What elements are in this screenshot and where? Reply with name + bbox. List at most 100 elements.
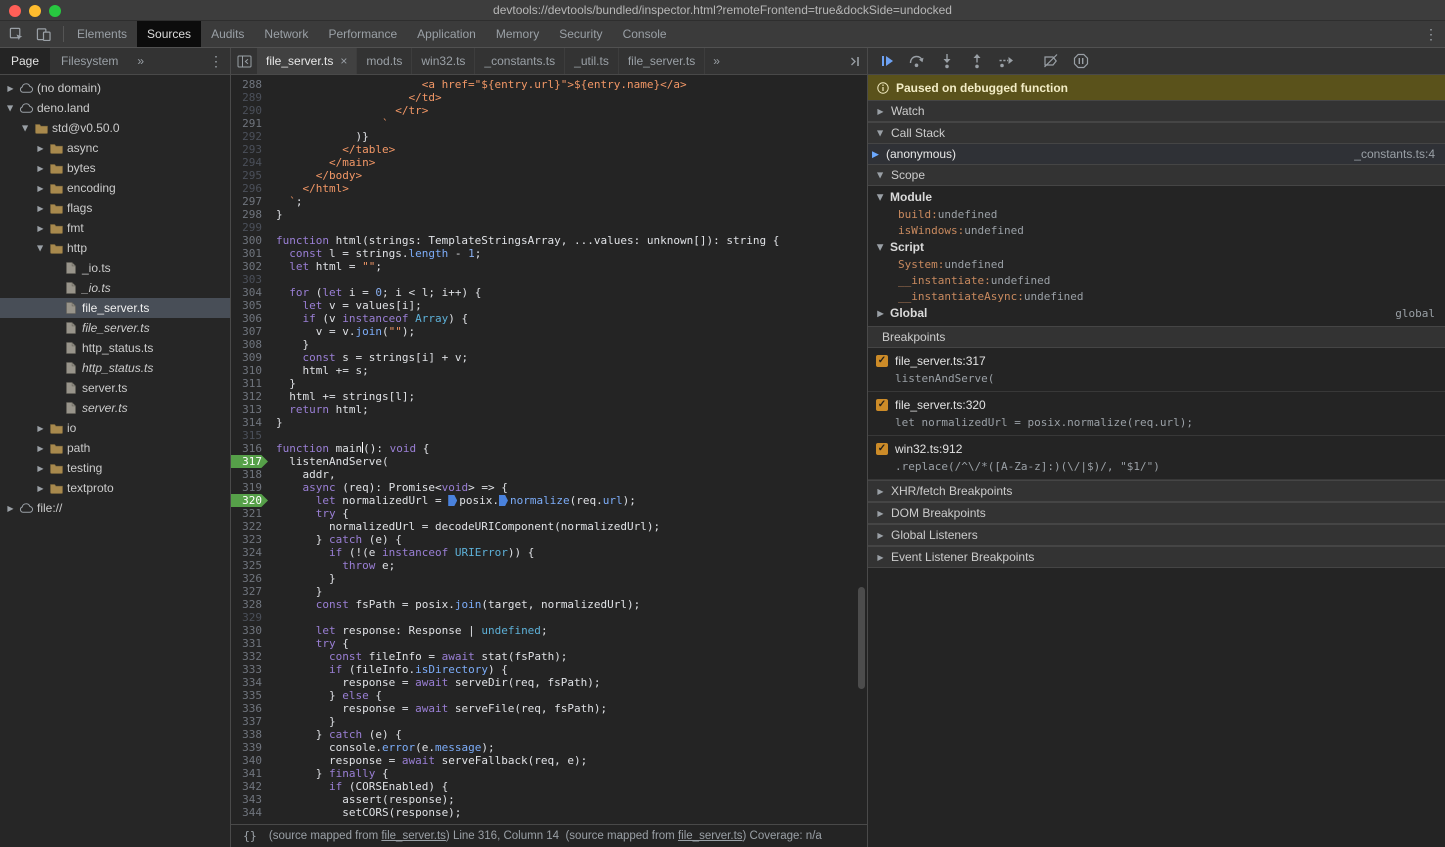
editor-tab-win32-ts-2[interactable]: win32.ts (412, 48, 475, 74)
line-number[interactable]: 296 (231, 182, 268, 195)
panel-tab-performance[interactable]: Performance (318, 21, 407, 47)
step-into-button[interactable] (933, 49, 960, 73)
navigator-tab-page[interactable]: Page (0, 48, 50, 74)
line-number[interactable]: 304 (231, 286, 268, 299)
editor-vertical-scrollbar[interactable] (858, 587, 865, 689)
line-number[interactable]: 305 (231, 299, 268, 312)
chevron-right-icon[interactable]: ▶ (34, 484, 47, 493)
line-number[interactable]: 311 (231, 377, 268, 390)
line-number[interactable]: 289 (231, 91, 268, 104)
panel-tab-console[interactable]: Console (613, 21, 677, 47)
navigator-menu-kebab-icon[interactable]: ⋮ (202, 48, 230, 74)
breakpoint-entry-file-server-ts-320[interactable]: ✓file_server.ts:320let normalizedUrl = p… (868, 392, 1445, 436)
tree-item-encoding[interactable]: ▶encoding (0, 178, 230, 198)
watch-section-header[interactable]: ▶ Watch (868, 100, 1445, 122)
section-header-xhr-fetch-breakpoints[interactable]: ▶XHR/fetch Breakpoints (868, 480, 1445, 502)
line-number[interactable]: 290 (231, 104, 268, 117)
line-number[interactable]: 315 (231, 429, 268, 442)
deactivate-breakpoints-button[interactable] (1037, 49, 1064, 73)
editor-more-tabs-chevron[interactable]: » (705, 48, 728, 74)
zoom-window-button[interactable] (49, 5, 61, 17)
section-header-global-listeners[interactable]: ▶Global Listeners (868, 524, 1445, 546)
line-number[interactable]: 335 (231, 689, 268, 702)
chevron-right-icon[interactable]: ▶ (34, 444, 47, 453)
chevron-down-icon[interactable]: ▶ (6, 102, 15, 115)
pause-on-exceptions-button[interactable] (1067, 49, 1094, 73)
section-header-dom-breakpoints[interactable]: ▶DOM Breakpoints (868, 502, 1445, 524)
scope-group-global[interactable]: ▶Globalglobal (868, 304, 1445, 322)
tree-item-http-status-ts[interactable]: http_status.ts (0, 338, 230, 358)
navigator-more-tabs-chevron[interactable]: » (129, 48, 152, 74)
step-over-button[interactable] (903, 49, 930, 73)
panel-tab-memory[interactable]: Memory (486, 21, 549, 47)
scope-variable-build[interactable]: build: undefined (868, 206, 1445, 222)
line-number[interactable]: 300 (231, 234, 268, 247)
line-number[interactable]: 294 (231, 156, 268, 169)
chevron-right-icon[interactable]: ▶ (4, 84, 17, 93)
tree-item-server-ts[interactable]: server.ts (0, 398, 230, 418)
chevron-right-icon[interactable]: ▶ (34, 464, 47, 473)
line-number[interactable]: 344 (231, 806, 268, 819)
line-number[interactable]: 291 (231, 117, 268, 130)
hide-navigator-button[interactable] (231, 48, 257, 74)
line-number[interactable]: 292 (231, 130, 268, 143)
tree-item-bytes[interactable]: ▶bytes (0, 158, 230, 178)
panel-tab-application[interactable]: Application (407, 21, 486, 47)
inspect-button[interactable] (3, 22, 30, 46)
chevron-right-icon[interactable]: ▶ (34, 204, 47, 213)
main-menu-kebab-icon[interactable]: ⋮ (1417, 21, 1445, 47)
line-number[interactable]: 306 (231, 312, 268, 325)
panel-tab-elements[interactable]: Elements (67, 21, 137, 47)
chevron-right-icon[interactable]: ▶ (34, 164, 47, 173)
scope-variable-iswindows[interactable]: isWindows: undefined (868, 222, 1445, 238)
chevron-right-icon[interactable]: ▶ (4, 504, 17, 513)
chevron-right-icon[interactable]: ▶ (34, 144, 47, 153)
chevron-down-icon[interactable]: ▶ (36, 242, 45, 255)
line-number[interactable]: 339 (231, 741, 268, 754)
editor-tab-mod-ts-1[interactable]: mod.ts (357, 48, 412, 74)
tree-item-flags[interactable]: ▶flags (0, 198, 230, 218)
close-window-button[interactable] (9, 5, 21, 17)
chevron-down-icon[interactable]: ▶ (21, 122, 30, 135)
call-stack-frame-0[interactable]: ▶(anonymous)_constants.ts:4 (868, 144, 1445, 164)
chevron-right-icon[interactable]: ▶ (34, 424, 47, 433)
line-number[interactable]: 327 (231, 585, 268, 598)
line-number[interactable]: 333 (231, 663, 268, 676)
editor-tab-file-server-ts-5[interactable]: file_server.ts (619, 48, 705, 74)
breakpoint-checkbox[interactable]: ✓ (876, 399, 888, 411)
tree-item-http-status-ts[interactable]: http_status.ts (0, 358, 230, 378)
line-number[interactable]: 299 (231, 221, 268, 234)
tree-item-server-ts[interactable]: server.ts (0, 378, 230, 398)
tree-item-async[interactable]: ▶async (0, 138, 230, 158)
scope-group-module[interactable]: ▶Module (868, 188, 1445, 206)
line-number[interactable]: 314 (231, 416, 268, 429)
line-number[interactable]: 331 (231, 637, 268, 650)
line-number[interactable]: 326 (231, 572, 268, 585)
tree-item-std-v0-50-0[interactable]: ▶std@v0.50.0 (0, 118, 230, 138)
tree-item-io-ts[interactable]: _io.ts (0, 258, 230, 278)
line-number[interactable]: 325 (231, 559, 268, 572)
source-map-link[interactable]: file_server.ts (381, 830, 446, 842)
inline-breakpoint-icon[interactable] (448, 495, 457, 506)
editor-tab-file-server-ts-0[interactable]: file_server.ts× (257, 48, 357, 74)
breakpoint-entry-win32-ts-912[interactable]: ✓win32.ts:912.replace(/^\/*([A-Za-z]:)(\… (868, 436, 1445, 480)
line-number[interactable]: 302 (231, 260, 268, 273)
scope-variable-instantiate[interactable]: __instantiate: undefined (868, 272, 1445, 288)
tree-item-io-ts[interactable]: _io.ts (0, 278, 230, 298)
line-number[interactable]: 337 (231, 715, 268, 728)
line-number[interactable]: 329 (231, 611, 268, 624)
panel-tab-security[interactable]: Security (549, 21, 612, 47)
step-button[interactable] (993, 49, 1020, 73)
breakpoint-checkbox[interactable]: ✓ (876, 355, 888, 367)
show-debugger-sidebar-button[interactable] (841, 48, 867, 74)
step-out-button[interactable] (963, 49, 990, 73)
editor-tab-constants-ts-3[interactable]: _constants.ts (475, 48, 565, 74)
device-toolbar-button[interactable] (30, 22, 57, 46)
line-number[interactable]: 297 (231, 195, 268, 208)
breakpoint-gutter-marker[interactable]: 317 (231, 455, 268, 468)
section-header-event-listener-breakpoints[interactable]: ▶Event Listener Breakpoints (868, 546, 1445, 568)
panel-tab-sources[interactable]: Sources (137, 21, 201, 47)
line-number[interactable]: 307 (231, 325, 268, 338)
scope-section-header[interactable]: ▶ Scope (868, 164, 1445, 186)
line-number[interactable]: 323 (231, 533, 268, 546)
